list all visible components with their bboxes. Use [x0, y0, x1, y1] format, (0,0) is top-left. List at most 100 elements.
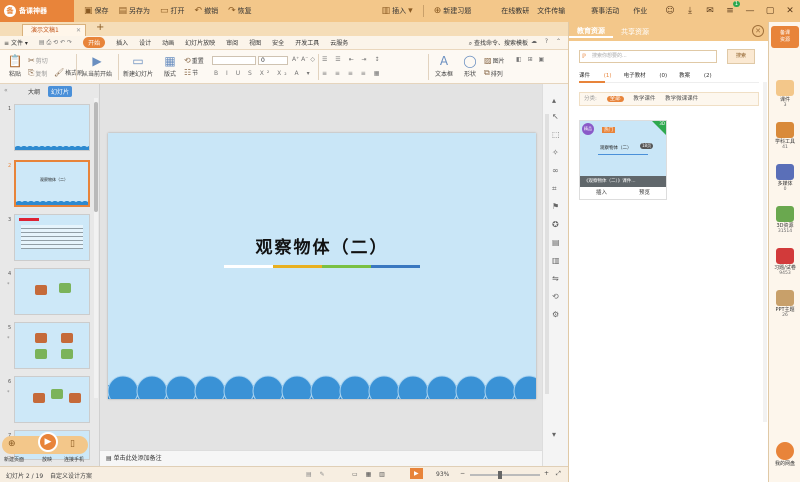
menu-extra-icons[interactable]: ☁ ? ⌃ [531, 38, 564, 45]
slide-thumbnail-4[interactable] [14, 268, 90, 315]
section-button[interactable]: ☷ 节 [184, 68, 198, 77]
zoom-slider[interactable] [470, 471, 540, 479]
tab-outline[interactable]: 大纲 [28, 87, 40, 96]
font-style-buttons[interactable]: B I U S X² X₂ A ▾ [214, 70, 313, 77]
tab-insert[interactable]: 插入 [116, 38, 128, 47]
resource-search-input[interactable]: ℙ 搜索你想要的... [579, 50, 717, 63]
notes-area[interactable]: ▤ 单击此处添加备注 [100, 450, 542, 466]
canvas-scrollbar[interactable] [545, 114, 549, 394]
sidebar-item-3d-resources[interactable]: 3D资源 31514 [769, 206, 800, 234]
textbox-button[interactable]: A 文本框 [430, 53, 458, 78]
sidebar-item-ppt-themes[interactable]: PPT主题 26 [769, 290, 800, 318]
file-transfer-link[interactable]: 文件传输 [537, 6, 565, 16]
shape-button[interactable]: ◯ 形状 [458, 53, 482, 78]
history-icon[interactable]: ⟲ [552, 292, 559, 301]
tab-cloud[interactable]: 云服务 [330, 38, 348, 47]
filter-lesson-plan[interactable]: 教案 (2) [679, 71, 712, 79]
maximize-icon[interactable]: ▢ [760, 6, 780, 16]
insert-button[interactable]: ▥ 插入 ▾ [382, 6, 415, 16]
tab-security[interactable]: 安全 [272, 38, 284, 47]
tab-education-resources[interactable]: 教育资源 [569, 26, 613, 38]
command-search[interactable]: ⌕ 查找命令、搜索模板 [469, 38, 528, 48]
sidebar-item-multimedia[interactable]: 多媒体 0 [769, 164, 800, 192]
sidebar-item-subject-tools[interactable]: 学科工具 41 [769, 122, 800, 150]
category-courseware[interactable]: 教学课件 [633, 96, 655, 102]
close-tab-icon[interactable]: ✕ [76, 25, 81, 36]
library-icon[interactable]: ▤ [552, 238, 560, 247]
resource-card-thumbnail[interactable]: 精品 热门 3D 观察物体（二） 18页 《观察物体（二）》课件... [580, 121, 666, 187]
add-page-icon[interactable]: ⊕ [8, 439, 16, 449]
sidebar-item-courseware[interactable]: 课件 3 [769, 80, 800, 108]
arrow-down-icon[interactable]: ▾ [552, 430, 556, 439]
my-cloud-drive-button[interactable]: 我的网盘 [771, 442, 799, 476]
resource-card[interactable]: 精品 热门 3D 观察物体（二） 18页 《观察物体（二）》课件... 插入 预… [579, 120, 667, 200]
category-micro-courseware[interactable]: 教学微课课件 [665, 96, 698, 102]
font-family-select[interactable] [212, 56, 256, 65]
format-painter-button[interactable]: 🖌 格式刷 [54, 68, 83, 77]
paste-button[interactable]: 📋 粘贴 [2, 53, 28, 78]
tab-home[interactable]: 开始 [83, 37, 106, 48]
link-icon[interactable]: ∞ [552, 166, 559, 175]
collapse-panel-icon[interactable]: « [4, 87, 8, 94]
style-icon[interactable]: ✪ [552, 220, 559, 229]
tab-developer[interactable]: 开发工具 [295, 38, 319, 47]
tab-animation[interactable]: 动画 [162, 38, 174, 47]
minimize-icon[interactable]: — [740, 6, 760, 16]
save-button[interactable]: ▣ 保存 [84, 6, 109, 16]
tab-design[interactable]: 设计 [139, 38, 151, 47]
text-icon[interactable]: ▥ [552, 256, 560, 265]
user-icon[interactable]: ☺ [660, 6, 680, 16]
close-icon[interactable]: ✕ [780, 6, 800, 16]
play-slideshow-button[interactable]: ▶ [38, 432, 58, 452]
sidebar-item-exercises[interactable]: 习题/试卷 9453 [769, 248, 800, 276]
close-panel-icon[interactable]: ✕ [752, 25, 764, 37]
insert-resource-button[interactable]: 插入 [596, 188, 607, 196]
filter-courseware[interactable]: 课件 (1) [579, 71, 612, 79]
slide-thumbnail-2[interactable]: 观察物体（二） [14, 160, 90, 207]
slide-thumbnail-5[interactable] [14, 322, 90, 369]
current-slide[interactable]: 观察物体（二） [108, 133, 536, 399]
preview-resource-button[interactable]: 预览 [639, 188, 650, 196]
more-tools[interactable]: ◧ ⊞ ▣ [516, 56, 546, 63]
document-tab[interactable]: 演示文稿1 ✕ [22, 24, 86, 36]
slide-thumbnail-3[interactable] [14, 214, 90, 261]
slide-thumbnail-1[interactable] [14, 104, 90, 151]
tab-view[interactable]: 视图 [249, 38, 261, 47]
thumbnail-scrollbar[interactable] [94, 98, 98, 398]
new-slide-button[interactable]: ▭ 新建幻灯片 [122, 53, 154, 78]
settings-icon[interactable]: ⚙ [552, 310, 559, 319]
arrow-up-icon[interactable]: ▴ [552, 96, 556, 105]
resource-scrollbar[interactable] [763, 82, 767, 422]
undo-button[interactable]: ↶ 撤销 [195, 6, 219, 16]
shape-fill-icon[interactable]: ⬚ [552, 130, 560, 139]
tab-slides[interactable]: 幻灯片 [48, 85, 73, 97]
online-research-link[interactable]: 在线教研 [501, 6, 529, 16]
flag-icon[interactable]: ⚑ [552, 202, 559, 211]
tab-review[interactable]: 审阅 [226, 38, 238, 47]
copy-button[interactable]: ⎘ 复制 [28, 68, 47, 78]
homework-link[interactable]: 作业 [633, 6, 647, 16]
file-menu[interactable]: ≡ 文件 ▾ [4, 38, 28, 47]
new-exercise-button[interactable]: ⊕ 新建习题 [434, 6, 472, 16]
contest-link[interactable]: 赛事活动 [591, 6, 619, 16]
view-mode-icons[interactable]: ▭ ▦ ▥ [352, 471, 388, 478]
save-as-button[interactable]: ▤ 另存为 [119, 6, 151, 16]
scrollbar-thumb[interactable] [94, 102, 98, 212]
share-icon[interactable]: ⇋ [552, 274, 559, 283]
resource-search-button[interactable]: 搜索 [727, 49, 755, 64]
zoom-slider-knob[interactable] [498, 471, 502, 479]
category-all[interactable]: 全部 [606, 96, 624, 102]
play-button[interactable]: ▶ [410, 468, 423, 479]
toolbar-quick-icons[interactable]: ▤ ⎙ ⟲ ↶ ↷ [39, 39, 72, 47]
redo-button[interactable]: ↷ 恢复 [228, 6, 252, 16]
picture-button[interactable]: ▨ 图片 [484, 56, 505, 65]
fit-window-icon[interactable]: ⤢ [556, 470, 561, 478]
font-size-select[interactable]: 0 [258, 56, 288, 65]
paragraph-buttons[interactable]: ☰ ☰ ⇤ ⇥ ↕ [322, 56, 382, 63]
reset-button[interactable]: ⟲ 重置 [184, 56, 204, 65]
cut-button[interactable]: ✂ 剪切 [28, 56, 48, 65]
menu-icon[interactable]: ≡ [720, 6, 740, 16]
crop-icon[interactable]: ⌗ [552, 184, 557, 194]
tab-slideshow[interactable]: 幻灯片放映 [185, 38, 215, 47]
magic-icon[interactable]: ✧ [552, 148, 559, 157]
